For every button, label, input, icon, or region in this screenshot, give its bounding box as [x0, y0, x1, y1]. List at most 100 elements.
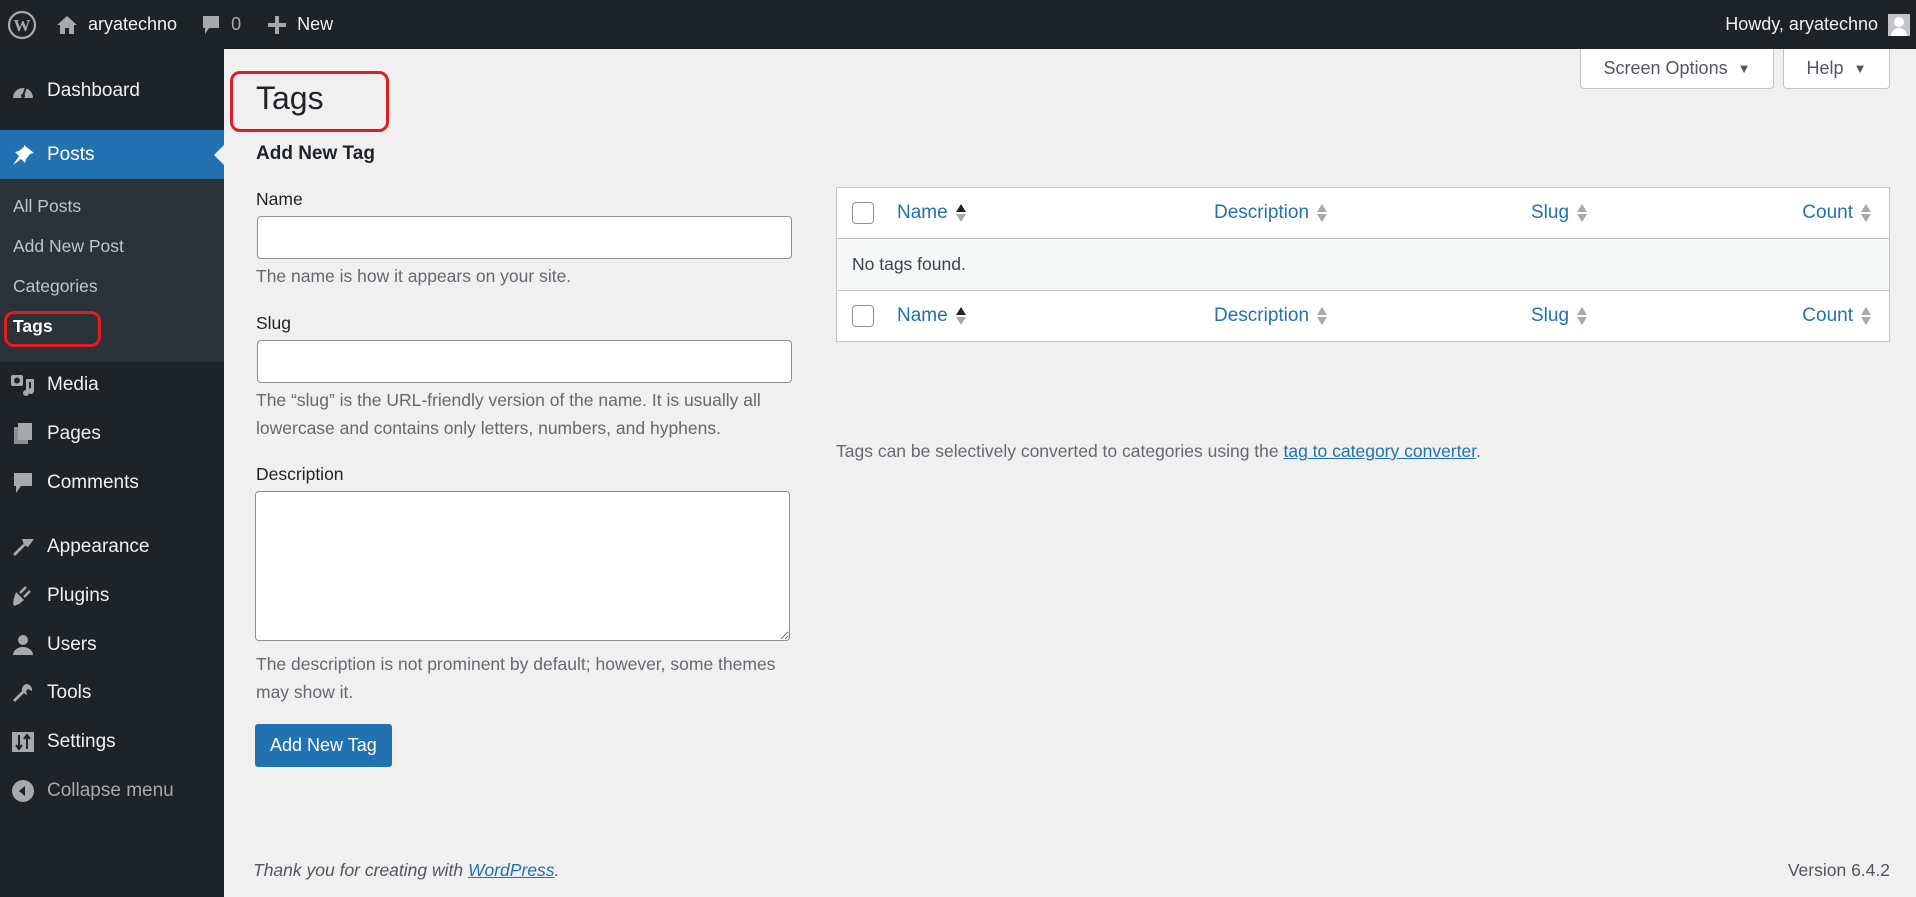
sort-icon — [1317, 307, 1328, 325]
new-content-button[interactable]: New — [267, 0, 333, 49]
column-footer-name[interactable]: Name — [897, 305, 966, 327]
page-title: Tags — [256, 80, 324, 116]
my-account-menu[interactable]: Howdy, aryatechno — [1725, 0, 1910, 49]
caret-down-icon: ▼ — [1853, 61, 1867, 76]
pin-icon — [0, 143, 46, 167]
user-icon — [0, 633, 46, 657]
slug-label: Slug — [256, 313, 292, 333]
column-footer-description[interactable]: Description — [1214, 305, 1328, 327]
name-label: Name — [256, 189, 303, 209]
sidebar-item-appearance[interactable]: Appearance — [0, 523, 224, 571]
column-slug-label: Slug — [1531, 305, 1570, 326]
sidebar-item-tools[interactable]: Tools — [0, 669, 224, 717]
comment-icon — [0, 471, 46, 495]
plug-icon — [0, 584, 46, 608]
column-header-description[interactable]: Description — [1214, 202, 1328, 224]
site-name: aryatechno — [88, 14, 178, 34]
screen-options-button[interactable]: Screen Options ▼ — [1580, 49, 1774, 89]
table-footer-row: Name Description Slug Count — [837, 290, 1889, 341]
dashboard-icon — [0, 80, 46, 102]
sidebar-item-media[interactable]: Media — [0, 361, 224, 409]
column-header-slug[interactable]: Slug — [1531, 202, 1588, 224]
slug-input[interactable] — [257, 340, 792, 383]
sidebar-item-dashboard[interactable]: Dashboard — [0, 67, 224, 115]
footer-thanks-suffix: . — [554, 860, 560, 880]
sort-icon — [1317, 204, 1328, 222]
posts-submenu: All Posts Add New Post Categories Tags — [0, 179, 224, 362]
tag-converter-note: Tags can be selectively converted to cat… — [836, 441, 1481, 462]
tag-to-category-converter-link[interactable]: tag to category converter — [1283, 441, 1476, 461]
wordpress-logo-button[interactable]: W — [0, 0, 44, 49]
site-name-link[interactable]: aryatechno — [56, 0, 177, 49]
home-icon — [57, 15, 77, 34]
wrench-icon — [0, 681, 46, 705]
plus-icon — [268, 15, 287, 34]
wordpress-logo-icon: W — [7, 10, 37, 39]
comments-link[interactable]: 0 — [201, 0, 241, 49]
sort-icon — [1577, 307, 1588, 325]
sort-icon — [1577, 204, 1588, 222]
description-textarea[interactable] — [255, 491, 790, 641]
description-label: Description — [256, 464, 344, 484]
collapse-icon — [0, 779, 46, 803]
help-label: Help — [1806, 58, 1844, 78]
help-button[interactable]: Help ▼ — [1783, 49, 1890, 89]
column-footer-count[interactable]: Count — [1802, 305, 1871, 327]
screen-options-label: Screen Options — [1603, 58, 1728, 78]
new-label: New — [297, 14, 334, 34]
add-new-tag-button[interactable]: Add New Tag — [255, 724, 392, 767]
settings-icon — [0, 730, 46, 754]
sidebar-item-settings[interactable]: Settings — [0, 718, 224, 766]
sort-ascending-icon — [955, 307, 966, 325]
sort-icon — [1861, 204, 1871, 222]
sidebar-item-posts[interactable]: Posts — [0, 130, 224, 180]
table-header-row: Name Description Slug Count — [837, 188, 1889, 239]
pages-icon — [0, 422, 46, 446]
sidebar-item-users[interactable]: Users — [0, 621, 224, 669]
comment-icon — [203, 15, 220, 34]
sidebar-item-comments[interactable]: Comments — [0, 459, 224, 507]
footer-thanks: Thank you for creating with WordPress. — [253, 860, 559, 881]
column-header-count[interactable]: Count — [1802, 202, 1871, 224]
add-new-tag-heading: Add New Tag — [256, 143, 375, 164]
column-slug-label: Slug — [1531, 202, 1570, 223]
sidebar-item-plugins[interactable]: Plugins — [0, 572, 224, 620]
column-count-label: Count — [1802, 202, 1853, 223]
submenu-categories[interactable]: Categories — [13, 276, 98, 297]
collapse-menu-button[interactable]: Collapse menu — [0, 767, 224, 815]
converter-note-suffix: . — [1476, 441, 1481, 461]
column-name-label: Name — [897, 202, 948, 223]
tags-table: Name Description Slug Count No tags foun… — [836, 187, 1890, 342]
caret-down-icon: ▼ — [1737, 61, 1751, 76]
column-description-label: Description — [1214, 202, 1310, 223]
column-description-label: Description — [1214, 305, 1310, 326]
sort-ascending-icon — [955, 204, 966, 222]
footer-version: Version 6.4.2 — [1787, 860, 1890, 880]
description-help-text: The description is not prominent by defa… — [256, 654, 776, 702]
brush-icon — [0, 535, 46, 559]
empty-message: No tags found. — [852, 254, 966, 274]
select-all-checkbox[interactable] — [852, 202, 874, 224]
sidebar-item-pages[interactable]: Pages — [0, 410, 224, 458]
avatar — [1888, 13, 1910, 36]
name-input[interactable] — [257, 216, 792, 259]
empty-row: No tags found. — [837, 239, 1889, 290]
submenu-tags[interactable]: Tags — [13, 316, 53, 337]
column-footer-slug[interactable]: Slug — [1531, 305, 1588, 327]
wordpress-link[interactable]: WordPress — [468, 860, 555, 880]
submenu-add-new-post[interactable]: Add New Post — [13, 236, 124, 257]
admin-bar: W aryatechno 0 New Howdy, aryatechno — [0, 0, 1916, 49]
media-icon — [0, 373, 46, 397]
column-count-label: Count — [1802, 305, 1853, 326]
submenu-all-posts[interactable]: All Posts — [13, 196, 81, 217]
footer-thanks-text: Thank you for creating with — [253, 860, 468, 880]
column-header-name[interactable]: Name — [897, 202, 966, 224]
slug-help-text: The “slug” is the URL-friendly version o… — [256, 390, 761, 438]
howdy-text: Howdy, aryatechno — [1725, 14, 1878, 34]
comments-count: 0 — [231, 14, 242, 34]
converter-note-text: Tags can be selectively converted to cat… — [836, 441, 1284, 461]
admin-sidebar: Dashboard Posts All Posts Add New Post C… — [0, 49, 224, 897]
select-all-checkbox-footer[interactable] — [852, 305, 874, 327]
sort-icon — [1861, 307, 1871, 325]
column-name-label: Name — [897, 305, 948, 326]
